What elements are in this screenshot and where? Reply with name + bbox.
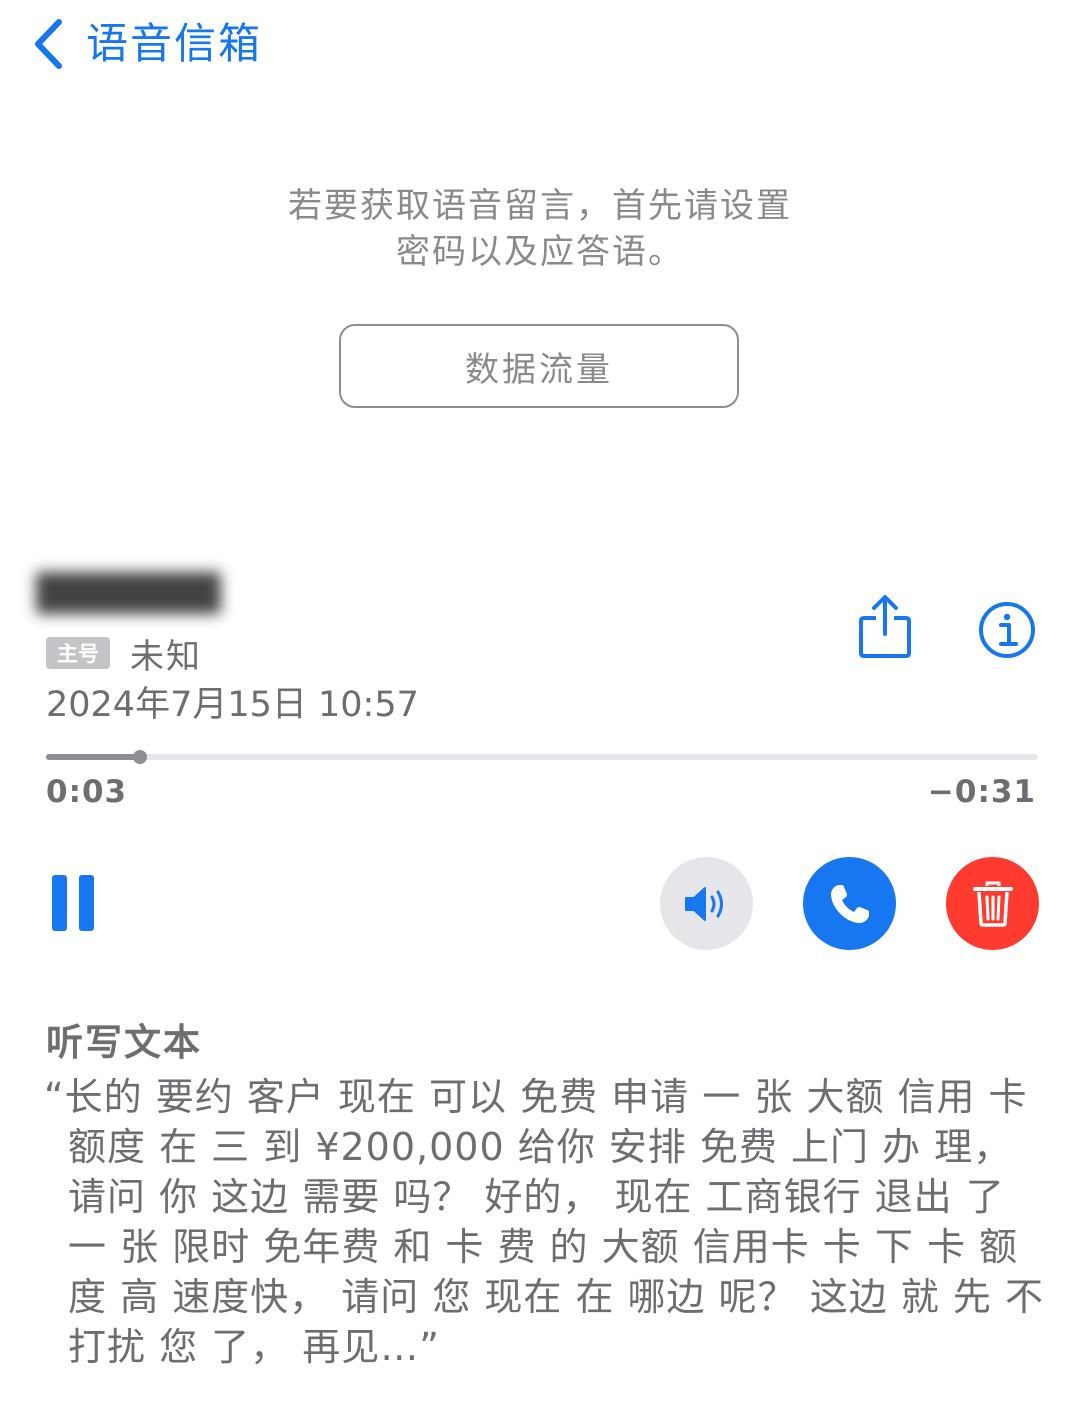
back-button[interactable]: 语音信箱 xyxy=(30,14,262,74)
scrubber-track xyxy=(46,754,1038,760)
scrubber-knob[interactable] xyxy=(133,750,148,764)
info-icon[interactable] xyxy=(977,600,1037,660)
line-info: 主号 未知 xyxy=(46,633,202,677)
data-usage-button[interactable]: 数据流量 xyxy=(339,324,739,408)
call-back-button[interactable] xyxy=(803,857,896,950)
setup-instructions-line1: 若要获取语音留言，首先请设置 xyxy=(288,186,792,226)
line-badge: 主号 xyxy=(46,637,110,669)
voicemail-date: 2024年7月15日 10:57 xyxy=(46,685,419,725)
transcript-title: 听写文本 xyxy=(46,1021,202,1064)
speaker-icon xyxy=(684,886,723,921)
pause-icon xyxy=(52,875,67,931)
elapsed-time: 0:03 xyxy=(46,774,128,810)
remaining-time: −0:31 xyxy=(927,774,1036,810)
delete-button[interactable] xyxy=(946,857,1039,950)
share-icon[interactable] xyxy=(856,594,914,660)
speaker-button[interactable] xyxy=(660,857,753,950)
chevron-left-icon xyxy=(35,19,62,69)
scrubber-fill xyxy=(46,754,141,760)
phone-icon xyxy=(830,884,869,923)
back-label: 语音信箱 xyxy=(86,19,263,68)
caller-name-redacted: ██████ xyxy=(36,572,221,614)
trash-icon xyxy=(972,881,1013,927)
caller-type: 未知 xyxy=(130,636,202,677)
setup-instructions: 若要获取语音留言，首先请设置 密码以及应答语。 xyxy=(140,183,940,275)
transcript-body: “长的 要约 客户 现在 可以 免费 申请 一 张 大额 信用 卡 额度 在 三… xyxy=(44,1075,1044,1369)
pause-button[interactable] xyxy=(52,875,94,931)
playback-scrubber[interactable] xyxy=(46,750,1038,764)
setup-instructions-line2: 密码以及应答语。 xyxy=(396,232,684,272)
navigation-bar: 语音信箱 xyxy=(0,0,1080,90)
